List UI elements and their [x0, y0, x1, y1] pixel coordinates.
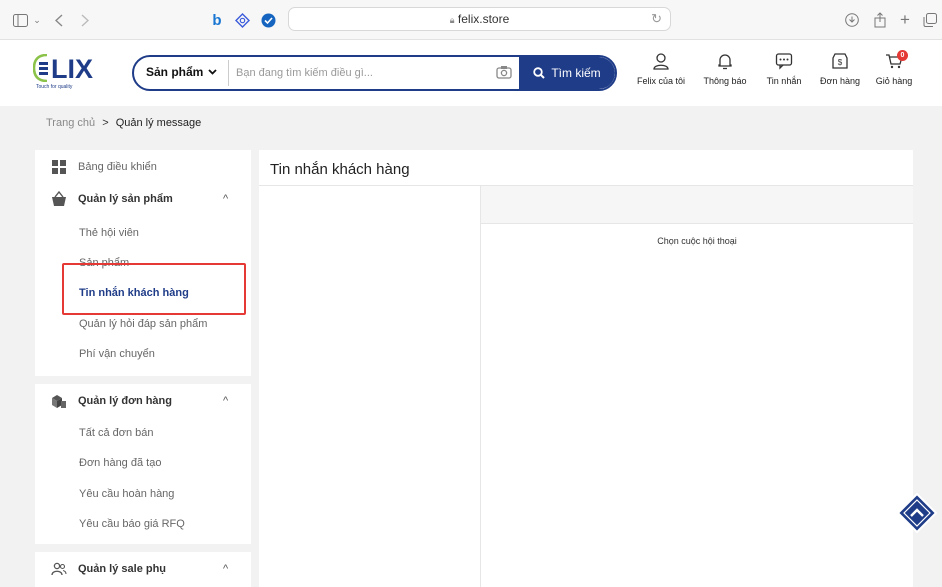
sidebar-divider: [35, 376, 251, 384]
sidebar-item-label: Bảng điều khiển: [78, 161, 157, 173]
new-tab-icon[interactable]: +: [898, 10, 912, 29]
back-icon[interactable]: [53, 11, 65, 29]
breadcrumb-home[interactable]: Trang chủ: [46, 117, 95, 129]
sidebar-item-rfq-requests[interactable]: Yêu cầu báo giá RFQ: [79, 518, 185, 530]
verified-icon[interactable]: [260, 11, 276, 29]
chevron-down-icon[interactable]: ⌄: [32, 11, 42, 29]
logo-tagline: Touch for quality: [36, 84, 73, 90]
nav-notifications[interactable]: Thông báo: [695, 52, 755, 96]
search-divider: [228, 60, 229, 86]
user-icon: [653, 53, 669, 70]
nav-label: Giỏ hàng: [875, 76, 913, 86]
forward-icon[interactable]: [79, 11, 91, 29]
nav-orders[interactable]: $ Đơn hàng: [810, 52, 870, 96]
chevron-down-icon: [208, 69, 217, 75]
breadcrumb-separator: >: [102, 117, 109, 129]
search-bar: Sản phẩm Tìm kiếm: [132, 55, 617, 91]
svg-text:$: $: [838, 58, 843, 67]
breadcrumb-current: Quản lý message: [115, 117, 202, 129]
sidebar-group-label: Quản lý đơn hàng: [78, 395, 172, 407]
camera-icon[interactable]: [496, 64, 512, 80]
empty-state-text: Chọn cuộc hội thoại: [657, 236, 737, 246]
sidebar-group-orders[interactable]: Quản lý đơn hàng ^: [35, 384, 251, 418]
dashboard-icon: [52, 160, 66, 174]
bing-icon[interactable]: b: [210, 11, 224, 29]
cart-badge: 0: [897, 50, 908, 61]
share-icon[interactable]: [872, 11, 888, 29]
nav-label: Tin nhắn: [766, 76, 802, 86]
nav-cart[interactable]: 0 Giỏ hàng: [864, 50, 924, 96]
url-label: felix.store: [457, 12, 510, 26]
sidebar: Bảng điều khiển Quản lý sản phẩm ^ Thẻ h…: [35, 150, 251, 587]
logo-word: LIX: [51, 54, 94, 84]
page-title: Tin nhắn khách hàng: [270, 161, 410, 178]
site-header: LIX Touch for quality Sản phẩm Tìm kiếm …: [0, 40, 942, 106]
search-category-label: Sản phẩm: [146, 65, 204, 79]
chevron-up-icon[interactable]: ^: [223, 395, 228, 407]
messages-panel: Tin nhắn khách hàng Chọn cuộc hội thoại: [259, 150, 913, 587]
search-category-dropdown[interactable]: Sản phẩm: [146, 65, 217, 79]
highlight-box: [62, 263, 246, 315]
browser-toolbar: ⌄ b 🔒︎ felix.store ↻ +: [0, 0, 942, 40]
felix-logo[interactable]: LIX Touch for quality: [33, 54, 103, 94]
sidebar-group-label: Quản lý sản phẩm: [78, 193, 173, 205]
nav-label: Felix của tôi: [636, 76, 686, 86]
boxes-icon: [52, 395, 66, 408]
chevron-up-icon[interactable]: ^: [223, 563, 228, 575]
search-button[interactable]: Tìm kiếm: [519, 57, 615, 89]
sidebar-item-dashboard[interactable]: Bảng điều khiển: [35, 150, 251, 184]
chat-header: [481, 186, 913, 224]
bell-icon: [718, 54, 732, 70]
nav-messages[interactable]: Tin nhắn: [754, 52, 814, 96]
basket-icon: [52, 191, 66, 206]
scroll-top-button[interactable]: [897, 493, 937, 533]
chevron-up-icon[interactable]: ^: [223, 193, 228, 205]
message-icon: [775, 53, 793, 70]
sidebar-group-products[interactable]: Quản lý sản phẩm ^: [35, 182, 251, 216]
address-bar[interactable]: 🔒︎ felix.store ↻: [288, 7, 671, 31]
sidebar-item-shipping-fee[interactable]: Phí vận chuyển: [79, 348, 155, 360]
sidebar-item-return-requests[interactable]: Yêu cầu hoàn hàng: [79, 488, 174, 500]
nav-felix-account[interactable]: Felix của tôi: [631, 52, 691, 96]
search-input[interactable]: [236, 63, 486, 83]
lock-icon: 🔒︎: [449, 15, 455, 25]
sidebar-item-product-qa[interactable]: Quản lý hỏi đáp sản phẩm: [79, 318, 207, 330]
breadcrumb: Trang chủ > Quản lý message: [46, 117, 201, 129]
users-icon: [51, 562, 67, 576]
sidebar-group-label: Quản lý sale phụ: [78, 563, 167, 575]
sidebar-group-sub-sales[interactable]: Quản lý sale phụ ^: [35, 552, 251, 586]
sidebar-item-created-orders[interactable]: Đơn hàng đã tạo: [79, 457, 161, 469]
tabs-overview-icon[interactable]: [922, 11, 938, 29]
sidebar-toggle-icon[interactable]: [12, 11, 28, 29]
nav-label: Thông báo: [703, 76, 747, 86]
logo-mark-icon: [33, 54, 48, 82]
nav-label: Đơn hàng: [820, 76, 860, 86]
url-text: 🔒︎ felix.store: [289, 12, 670, 26]
download-icon[interactable]: [844, 11, 860, 29]
extension-icon[interactable]: [234, 11, 250, 29]
search-button-label: Tìm kiếm: [551, 66, 601, 80]
search-icon: [533, 67, 546, 79]
sidebar-item-membership[interactable]: Thẻ hội viên: [79, 227, 139, 239]
sidebar-item-all-sales[interactable]: Tất cả đơn bán: [79, 427, 153, 439]
sidebar-divider: [35, 544, 251, 552]
conversation-list[interactable]: [259, 186, 481, 587]
reload-icon[interactable]: ↻: [651, 11, 662, 27]
order-icon: $: [832, 53, 848, 69]
